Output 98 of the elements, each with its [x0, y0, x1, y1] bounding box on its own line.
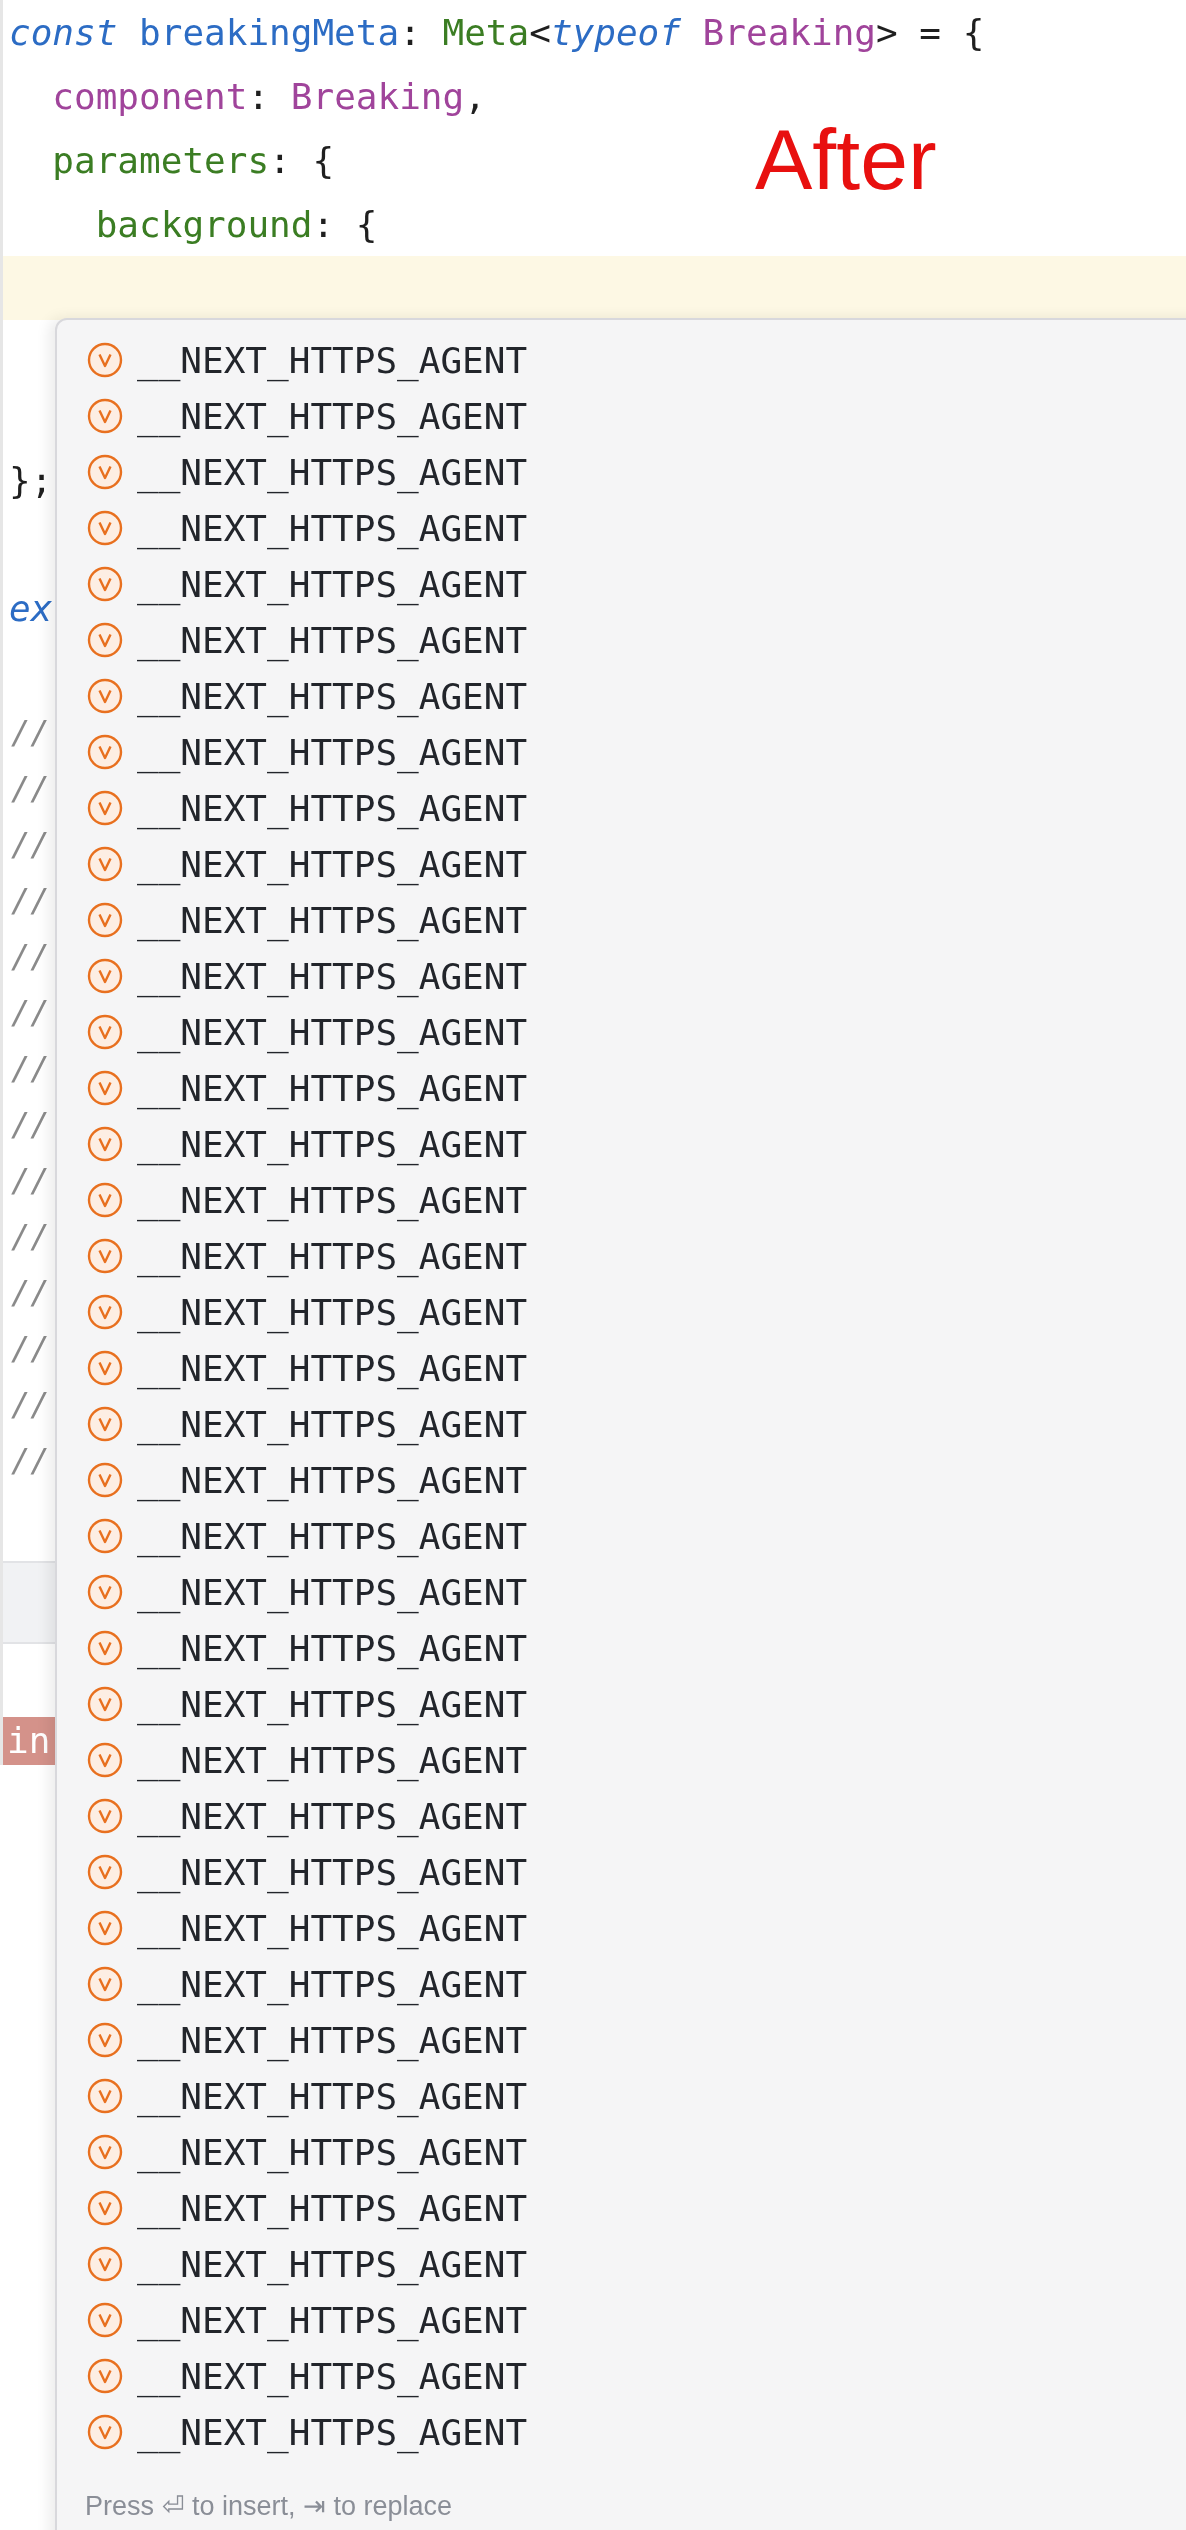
- variable-icon: [87, 2358, 123, 2394]
- variable-icon: [87, 1350, 123, 1386]
- completion-item[interactable]: __NEXT_HTTPS_AGENT: [57, 1340, 1186, 1396]
- variable-icon: [87, 1630, 123, 1666]
- completion-item[interactable]: __NEXT_HTTPS_AGENT: [57, 556, 1186, 612]
- variable-icon: [87, 2078, 123, 2114]
- variable-icon: [87, 958, 123, 994]
- code-comment: //: [11, 1441, 50, 1479]
- variable-icon: [87, 1742, 123, 1778]
- variable-icon: [87, 2190, 123, 2226]
- code-line: parameters: {: [51, 139, 335, 181]
- completion-item[interactable]: __NEXT_HTTPS_AGENT: [57, 1564, 1186, 1620]
- completion-item[interactable]: __NEXT_HTTPS_AGENT: [57, 1676, 1186, 1732]
- completion-item[interactable]: __NEXT_HTTPS_AGENT: [57, 948, 1186, 1004]
- variable-icon: [87, 510, 123, 546]
- variable-icon: [87, 1854, 123, 1890]
- variable-icon: [87, 1070, 123, 1106]
- variable-icon: [87, 734, 123, 770]
- completion-item[interactable]: __NEXT_HTTPS_AGENT: [57, 1956, 1186, 2012]
- variable-icon: [87, 1574, 123, 1610]
- variable-icon: [87, 1462, 123, 1498]
- code-comment: //: [11, 1329, 50, 1367]
- variable-icon: [87, 1014, 123, 1050]
- variable-icon: [87, 2414, 123, 2450]
- hint-text: Press ⏎ to insert, ⇥ to replace: [85, 2491, 453, 2521]
- variable-icon: [87, 1798, 123, 1834]
- completion-item[interactable]: __NEXT_HTTPS_AGENT: [57, 2236, 1186, 2292]
- code-line: ex: [9, 587, 53, 629]
- completion-item[interactable]: __NEXT_HTTPS_AGENT: [57, 1508, 1186, 1564]
- variable-icon: [87, 2022, 123, 2058]
- code-comment: //: [11, 825, 50, 863]
- variable-icon: [87, 1238, 123, 1274]
- variable-icon: [87, 790, 123, 826]
- completion-item[interactable]: __NEXT_HTTPS_AGENT: [57, 1900, 1186, 1956]
- completion-item[interactable]: __NEXT_HTTPS_AGENT: [57, 1844, 1186, 1900]
- completion-item[interactable]: __NEXT_HTTPS_AGENT: [57, 2348, 1186, 2404]
- completion-item[interactable]: __NEXT_HTTPS_AGENT: [57, 1732, 1186, 1788]
- completion-item[interactable]: __NEXT_HTTPS_AGENT: [57, 332, 1186, 388]
- completion-item[interactable]: __NEXT_HTTPS_AGENT: [57, 1284, 1186, 1340]
- variable-icon: [87, 566, 123, 602]
- completion-item[interactable]: __NEXT_HTTPS_AGENT: [57, 668, 1186, 724]
- completion-item[interactable]: __NEXT_HTTPS_AGENT: [57, 1060, 1186, 1116]
- completion-item[interactable]: __NEXT_HTTPS_AGENT: [57, 836, 1186, 892]
- variable-icon: [87, 1406, 123, 1442]
- completion-item[interactable]: __NEXT_HTTPS_AGENT: [57, 2292, 1186, 2348]
- variable-icon: [87, 902, 123, 938]
- completion-item[interactable]: __NEXT_HTTPS_AGENT: [57, 1452, 1186, 1508]
- completion-item[interactable]: __NEXT_HTTPS_AGENT: [57, 2404, 1186, 2460]
- code-comment: //: [11, 713, 50, 751]
- code-comment: //: [11, 1105, 50, 1143]
- completion-item[interactable]: __NEXT_HTTPS_AGENT: [57, 444, 1186, 500]
- variable-icon: [87, 342, 123, 378]
- variable-icon: [87, 1910, 123, 1946]
- variable-icon: [87, 2134, 123, 2170]
- variable-icon: [87, 2302, 123, 2338]
- completion-item[interactable]: __NEXT_HTTPS_AGENT: [57, 724, 1186, 780]
- variable-icon: [87, 1126, 123, 1162]
- completion-item[interactable]: __NEXT_HTTPS_AGENT: [57, 2180, 1186, 2236]
- code-comment: //: [11, 769, 50, 807]
- variable-icon: [87, 398, 123, 434]
- code-comment: //: [11, 881, 50, 919]
- variable-icon: [87, 1294, 123, 1330]
- completion-item[interactable]: __NEXT_HTTPS_AGENT: [57, 1788, 1186, 1844]
- variable-icon: [87, 2246, 123, 2282]
- code-line: };: [9, 459, 53, 501]
- completion-item[interactable]: __NEXT_HTTPS_AGENT: [57, 780, 1186, 836]
- completion-item[interactable]: __NEXT_HTTPS_AGENT: [57, 612, 1186, 668]
- code-line: const breakingMeta: Meta<typeof Breaking> = {: [9, 11, 985, 53]
- completion-item[interactable]: __NEXT_HTTPS_AGENT: [57, 2012, 1186, 2068]
- code-comment: //: [11, 993, 50, 1031]
- variable-icon: [87, 1966, 123, 2002]
- variable-icon: [87, 622, 123, 658]
- completion-item[interactable]: __NEXT_HTTPS_AGENT: [57, 1004, 1186, 1060]
- code-line: component: Breaking,: [51, 75, 486, 117]
- variable-icon: [87, 678, 123, 714]
- code-comment: //: [11, 1161, 50, 1199]
- completion-item[interactable]: __NEXT_HTTPS_AGENT: [57, 2124, 1186, 2180]
- code-comment: //: [11, 1385, 50, 1423]
- completion-item[interactable]: __NEXT_HTTPS_AGENT: [57, 500, 1186, 556]
- completion-item[interactable]: __NEXT_HTTPS_AGENT: [57, 1172, 1186, 1228]
- code-comment: //: [11, 1049, 50, 1087]
- completion-item[interactable]: __NEXT_HTTPS_AGENT: [57, 892, 1186, 948]
- code-comment: //: [11, 1273, 50, 1311]
- completion-item[interactable]: __NEXT_HTTPS_AGENT: [57, 1396, 1186, 1452]
- completion-item[interactable]: __NEXT_HTTPS_AGENT: [57, 1228, 1186, 1284]
- completion-item[interactable]: __NEXT_HTTPS_AGENT: [57, 1116, 1186, 1172]
- completion-item[interactable]: __NEXT_HTTPS_AGENT: [57, 2068, 1186, 2124]
- variable-icon: [87, 1518, 123, 1554]
- variable-icon: [87, 454, 123, 490]
- variable-icon: [87, 846, 123, 882]
- completion-item[interactable]: __NEXT_HTTPS_AGENT: [57, 1620, 1186, 1676]
- code-comment: //: [11, 1217, 50, 1255]
- code-comment: //: [11, 937, 50, 975]
- completion-item[interactable]: __NEXT_HTTPS_AGENT: [57, 388, 1186, 444]
- variable-icon: [87, 1182, 123, 1218]
- annotation-label: After: [755, 110, 937, 209]
- variable-icon: [87, 1686, 123, 1722]
- code-line: background: {: [94, 203, 378, 245]
